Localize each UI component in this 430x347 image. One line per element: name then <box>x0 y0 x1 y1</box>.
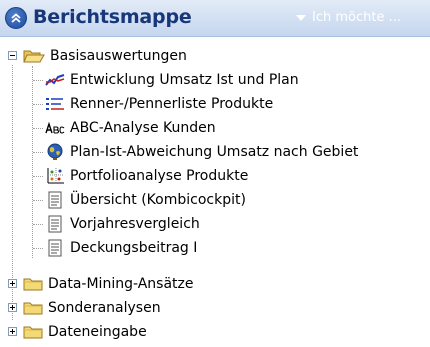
panel-title: Berichtsmappe <box>33 6 192 28</box>
tree-line <box>33 104 43 105</box>
tree-item-deckungsbeitrag[interactable]: Deckungsbeitrag I <box>33 236 197 260</box>
tree-item-renner-penner[interactable]: Renner-/Pennerliste Produkte <box>33 92 273 116</box>
tree-line <box>33 152 43 153</box>
document-icon <box>45 215 65 233</box>
report-tree: Basisauswertungen Entwicklung Umsatz Ist… <box>0 40 430 347</box>
tree-folder-label: Data-Mining-Ansätze <box>48 276 194 292</box>
actions-dropdown[interactable]: Ich möchte ... <box>296 10 401 25</box>
dropdown-label: Ich möchte ... <box>312 10 401 25</box>
folder-open-icon <box>23 48 45 64</box>
abc-icon <box>45 121 65 135</box>
tree-item-label: Renner-/Pennerliste Produkte <box>70 96 274 112</box>
tree-item-label: ABC-Analyse Kunden <box>70 120 216 136</box>
tree-item-label: Portfolioanalyse Produkte <box>70 168 249 184</box>
collapse-toggle-icon[interactable] <box>8 51 17 60</box>
ranked-list-icon <box>45 96 65 112</box>
tree-folder-sonderanalysen[interactable]: Sonderanalysen <box>8 296 161 320</box>
tree-line <box>33 128 43 129</box>
expand-toggle-icon[interactable] <box>8 303 17 312</box>
tree-line <box>33 176 43 177</box>
folder-icon <box>23 276 43 292</box>
tree-line <box>33 248 43 249</box>
tree-line <box>33 200 43 201</box>
tree-item-uebersicht[interactable]: Übersicht (Kombicockpit) <box>33 188 246 212</box>
folder-icon <box>23 324 43 340</box>
tree-item-vorjahresvergleich[interactable]: Vorjahresvergleich <box>33 212 200 236</box>
expand-toggle-icon[interactable] <box>8 279 17 288</box>
line-chart-icon <box>45 73 65 87</box>
globe-icon <box>45 143 65 161</box>
tree-item-label: Deckungsbeitrag I <box>70 240 198 256</box>
tree-folder-dateneingabe[interactable]: Dateneingabe <box>8 320 147 344</box>
tree-item-entwicklung-umsatz[interactable]: Entwicklung Umsatz Ist und Plan <box>33 68 299 92</box>
collapse-icon[interactable] <box>5 7 27 29</box>
tree-item-label: Entwicklung Umsatz Ist und Plan <box>70 72 299 88</box>
tree-item-label: Plan-Ist-Abweichung Umsatz nach Gebiet <box>70 144 359 160</box>
tree-line <box>33 224 43 225</box>
tree-item-label: Übersicht (Kombicockpit) <box>70 192 246 208</box>
document-icon <box>45 239 65 257</box>
document-icon <box>45 191 65 209</box>
chevron-down-icon <box>296 14 306 21</box>
tree-item-abc-analyse[interactable]: ABC-Analyse Kunden <box>33 116 216 140</box>
panel-header: Berichtsmappe Ich möchte ... <box>0 0 430 37</box>
tree-folder-label: Sonderanalysen <box>48 300 161 316</box>
tree-folder-data-mining[interactable]: Data-Mining-Ansätze <box>8 272 194 296</box>
expand-toggle-icon[interactable] <box>8 327 17 336</box>
tree-item-plan-ist-abweichung[interactable]: Plan-Ist-Abweichung Umsatz nach Gebiet <box>33 140 358 164</box>
tree-folder-label: Dateneingabe <box>48 324 147 340</box>
scatter-chart-icon <box>45 167 65 185</box>
tree-folder-label: Basisauswertungen <box>50 48 187 64</box>
tree-folder-basisauswertungen[interactable]: Basisauswertungen <box>8 44 187 68</box>
folder-icon <box>23 300 43 316</box>
tree-line <box>33 80 43 81</box>
tree-item-portfolioanalyse[interactable]: Portfolioanalyse Produkte <box>33 164 248 188</box>
tree-item-label: Vorjahresvergleich <box>70 216 200 232</box>
